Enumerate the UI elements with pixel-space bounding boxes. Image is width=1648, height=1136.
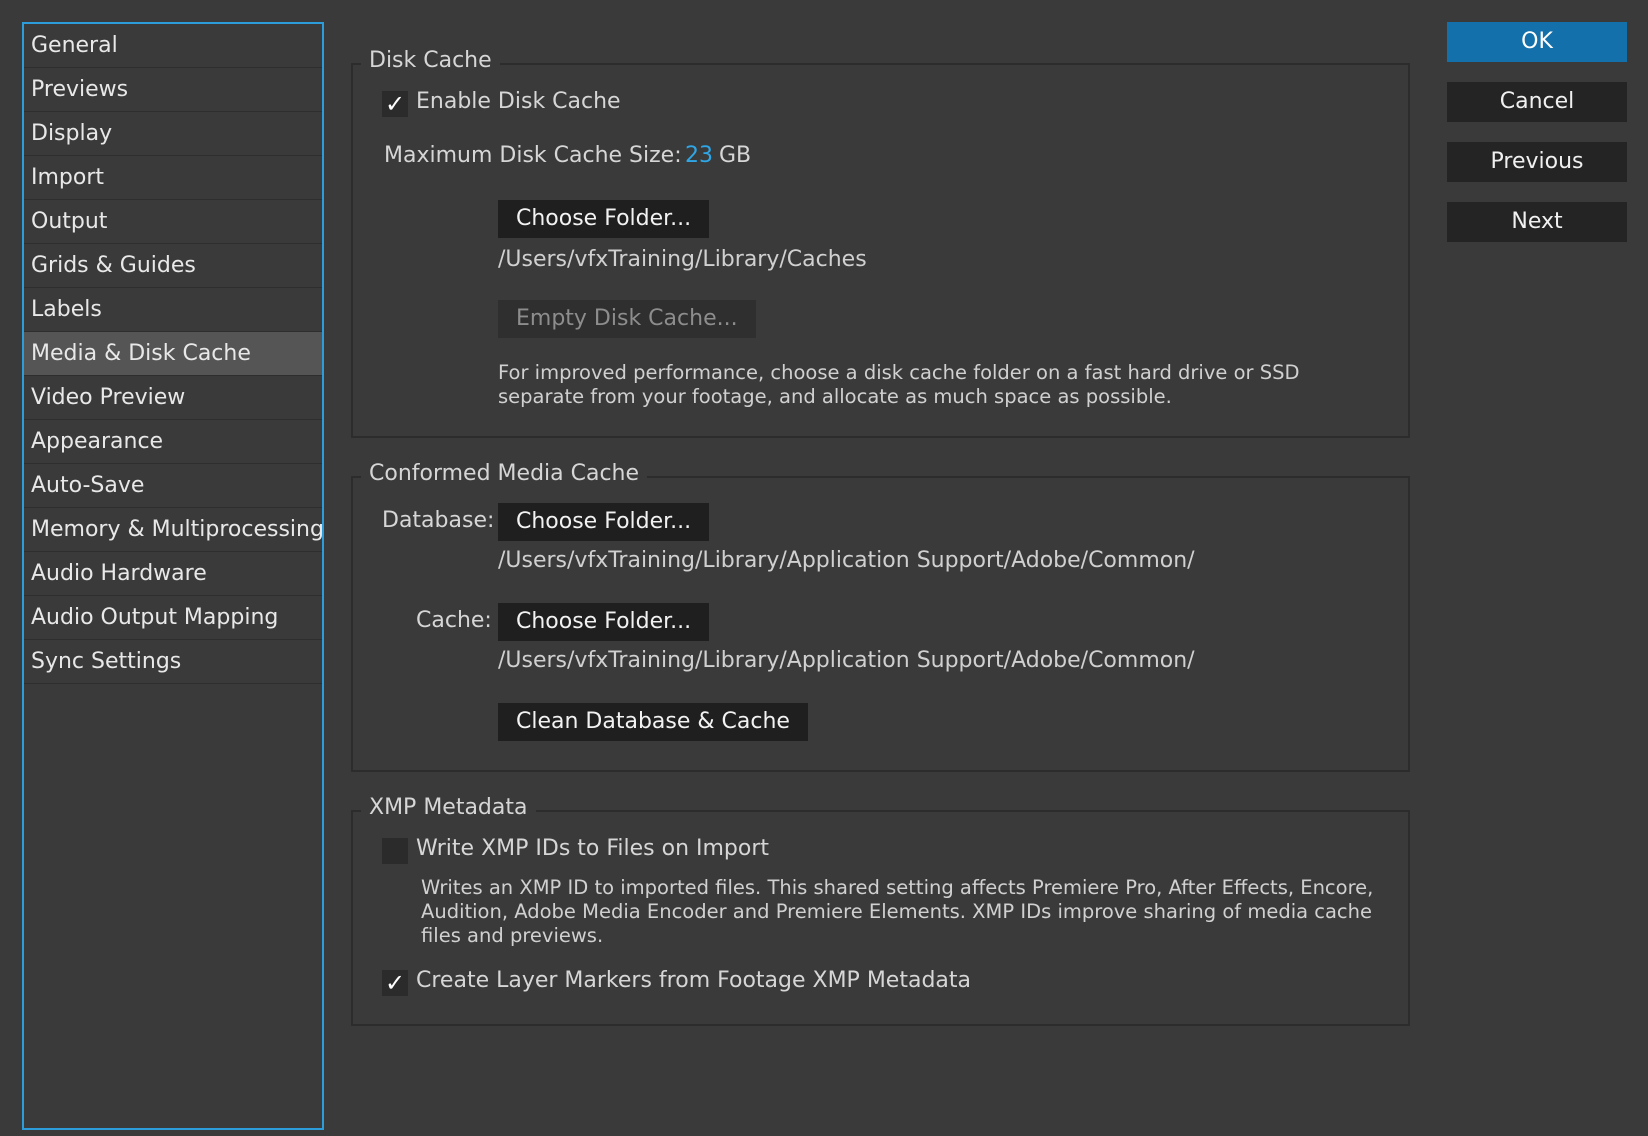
database-label: Database: bbox=[382, 508, 495, 533]
database-choose-folder-button[interactable]: Choose Folder... bbox=[498, 503, 710, 541]
max-cache-size-unit: GB bbox=[719, 143, 752, 168]
database-path: /Users/vfxTraining/Library/Application S… bbox=[498, 548, 1195, 573]
ok-button[interactable]: OK bbox=[1447, 22, 1627, 62]
sidebar-item-import[interactable]: Import bbox=[24, 156, 322, 200]
preferences-sidebar: General Previews Display Import Output G… bbox=[22, 22, 324, 1130]
conformed-media-cache-title: Conformed Media Cache bbox=[361, 458, 648, 490]
sidebar-item-grids-guides[interactable]: Grids & Guides bbox=[24, 244, 322, 288]
write-xmp-ids-description: Writes an XMP ID to imported files. This… bbox=[421, 876, 1374, 947]
sidebar-item-display[interactable]: Display bbox=[24, 112, 322, 156]
cancel-button[interactable]: Cancel bbox=[1447, 82, 1627, 122]
xmp-metadata-title: XMP Metadata bbox=[361, 792, 536, 824]
sidebar-item-audio-hardware[interactable]: Audio Hardware bbox=[24, 552, 322, 596]
create-layer-markers-checkbox[interactable]: ✓ bbox=[382, 970, 408, 996]
disk-cache-folder-path: /Users/vfxTraining/Library/Caches bbox=[498, 247, 867, 272]
sidebar-item-memory-multiprocessing[interactable]: Memory & Multiprocessing bbox=[24, 508, 324, 552]
xmp-metadata-group: XMP Metadata Write XMP IDs to Files on I… bbox=[351, 792, 1410, 1026]
enable-disk-cache-label: Enable Disk Cache bbox=[416, 89, 621, 114]
sidebar-item-previews[interactable]: Previews bbox=[24, 68, 322, 112]
checkmark-icon: ✓ bbox=[384, 969, 406, 997]
sidebar-item-output[interactable]: Output bbox=[24, 200, 322, 244]
clean-database-cache-button[interactable]: Clean Database & Cache bbox=[498, 703, 808, 741]
enable-disk-cache-checkbox[interactable]: ✓ bbox=[382, 91, 408, 117]
sidebar-item-appearance[interactable]: Appearance bbox=[24, 420, 322, 464]
empty-disk-cache-button[interactable]: Empty Disk Cache... bbox=[498, 300, 756, 338]
max-cache-size-label: Maximum Disk Cache Size: bbox=[384, 143, 682, 168]
checkmark-icon: ✓ bbox=[384, 90, 406, 118]
cache-path: /Users/vfxTraining/Library/Application S… bbox=[498, 648, 1195, 673]
next-button[interactable]: Next bbox=[1447, 202, 1627, 242]
sidebar-item-media-disk-cache[interactable]: Media & Disk Cache bbox=[24, 332, 322, 376]
cache-label: Cache: bbox=[416, 608, 492, 633]
sidebar-item-auto-save[interactable]: Auto-Save bbox=[24, 464, 322, 508]
sidebar-item-sync-settings[interactable]: Sync Settings bbox=[24, 640, 322, 684]
create-layer-markers-label: Create Layer Markers from Footage XMP Me… bbox=[416, 968, 971, 993]
write-xmp-ids-checkbox[interactable] bbox=[382, 838, 408, 864]
conformed-media-cache-group: Conformed Media Cache Database: Choose F… bbox=[351, 458, 1410, 772]
write-xmp-ids-label: Write XMP IDs to Files on Import bbox=[416, 836, 770, 861]
sidebar-item-audio-output-mapping[interactable]: Audio Output Mapping bbox=[24, 596, 322, 640]
disk-cache-title: Disk Cache bbox=[361, 45, 500, 77]
sidebar-item-labels[interactable]: Labels bbox=[24, 288, 322, 332]
disk-cache-choose-folder-button[interactable]: Choose Folder... bbox=[498, 200, 710, 238]
cache-choose-folder-button[interactable]: Choose Folder... bbox=[498, 603, 710, 641]
max-cache-size-value[interactable]: 23 bbox=[685, 143, 713, 168]
sidebar-item-general[interactable]: General bbox=[24, 24, 322, 68]
previous-button[interactable]: Previous bbox=[1447, 142, 1627, 182]
disk-cache-group: Disk Cache ✓ Enable Disk Cache Maximum D… bbox=[351, 45, 1410, 438]
sidebar-item-video-preview[interactable]: Video Preview bbox=[24, 376, 322, 420]
disk-cache-description: For improved performance, choose a disk … bbox=[498, 361, 1300, 408]
